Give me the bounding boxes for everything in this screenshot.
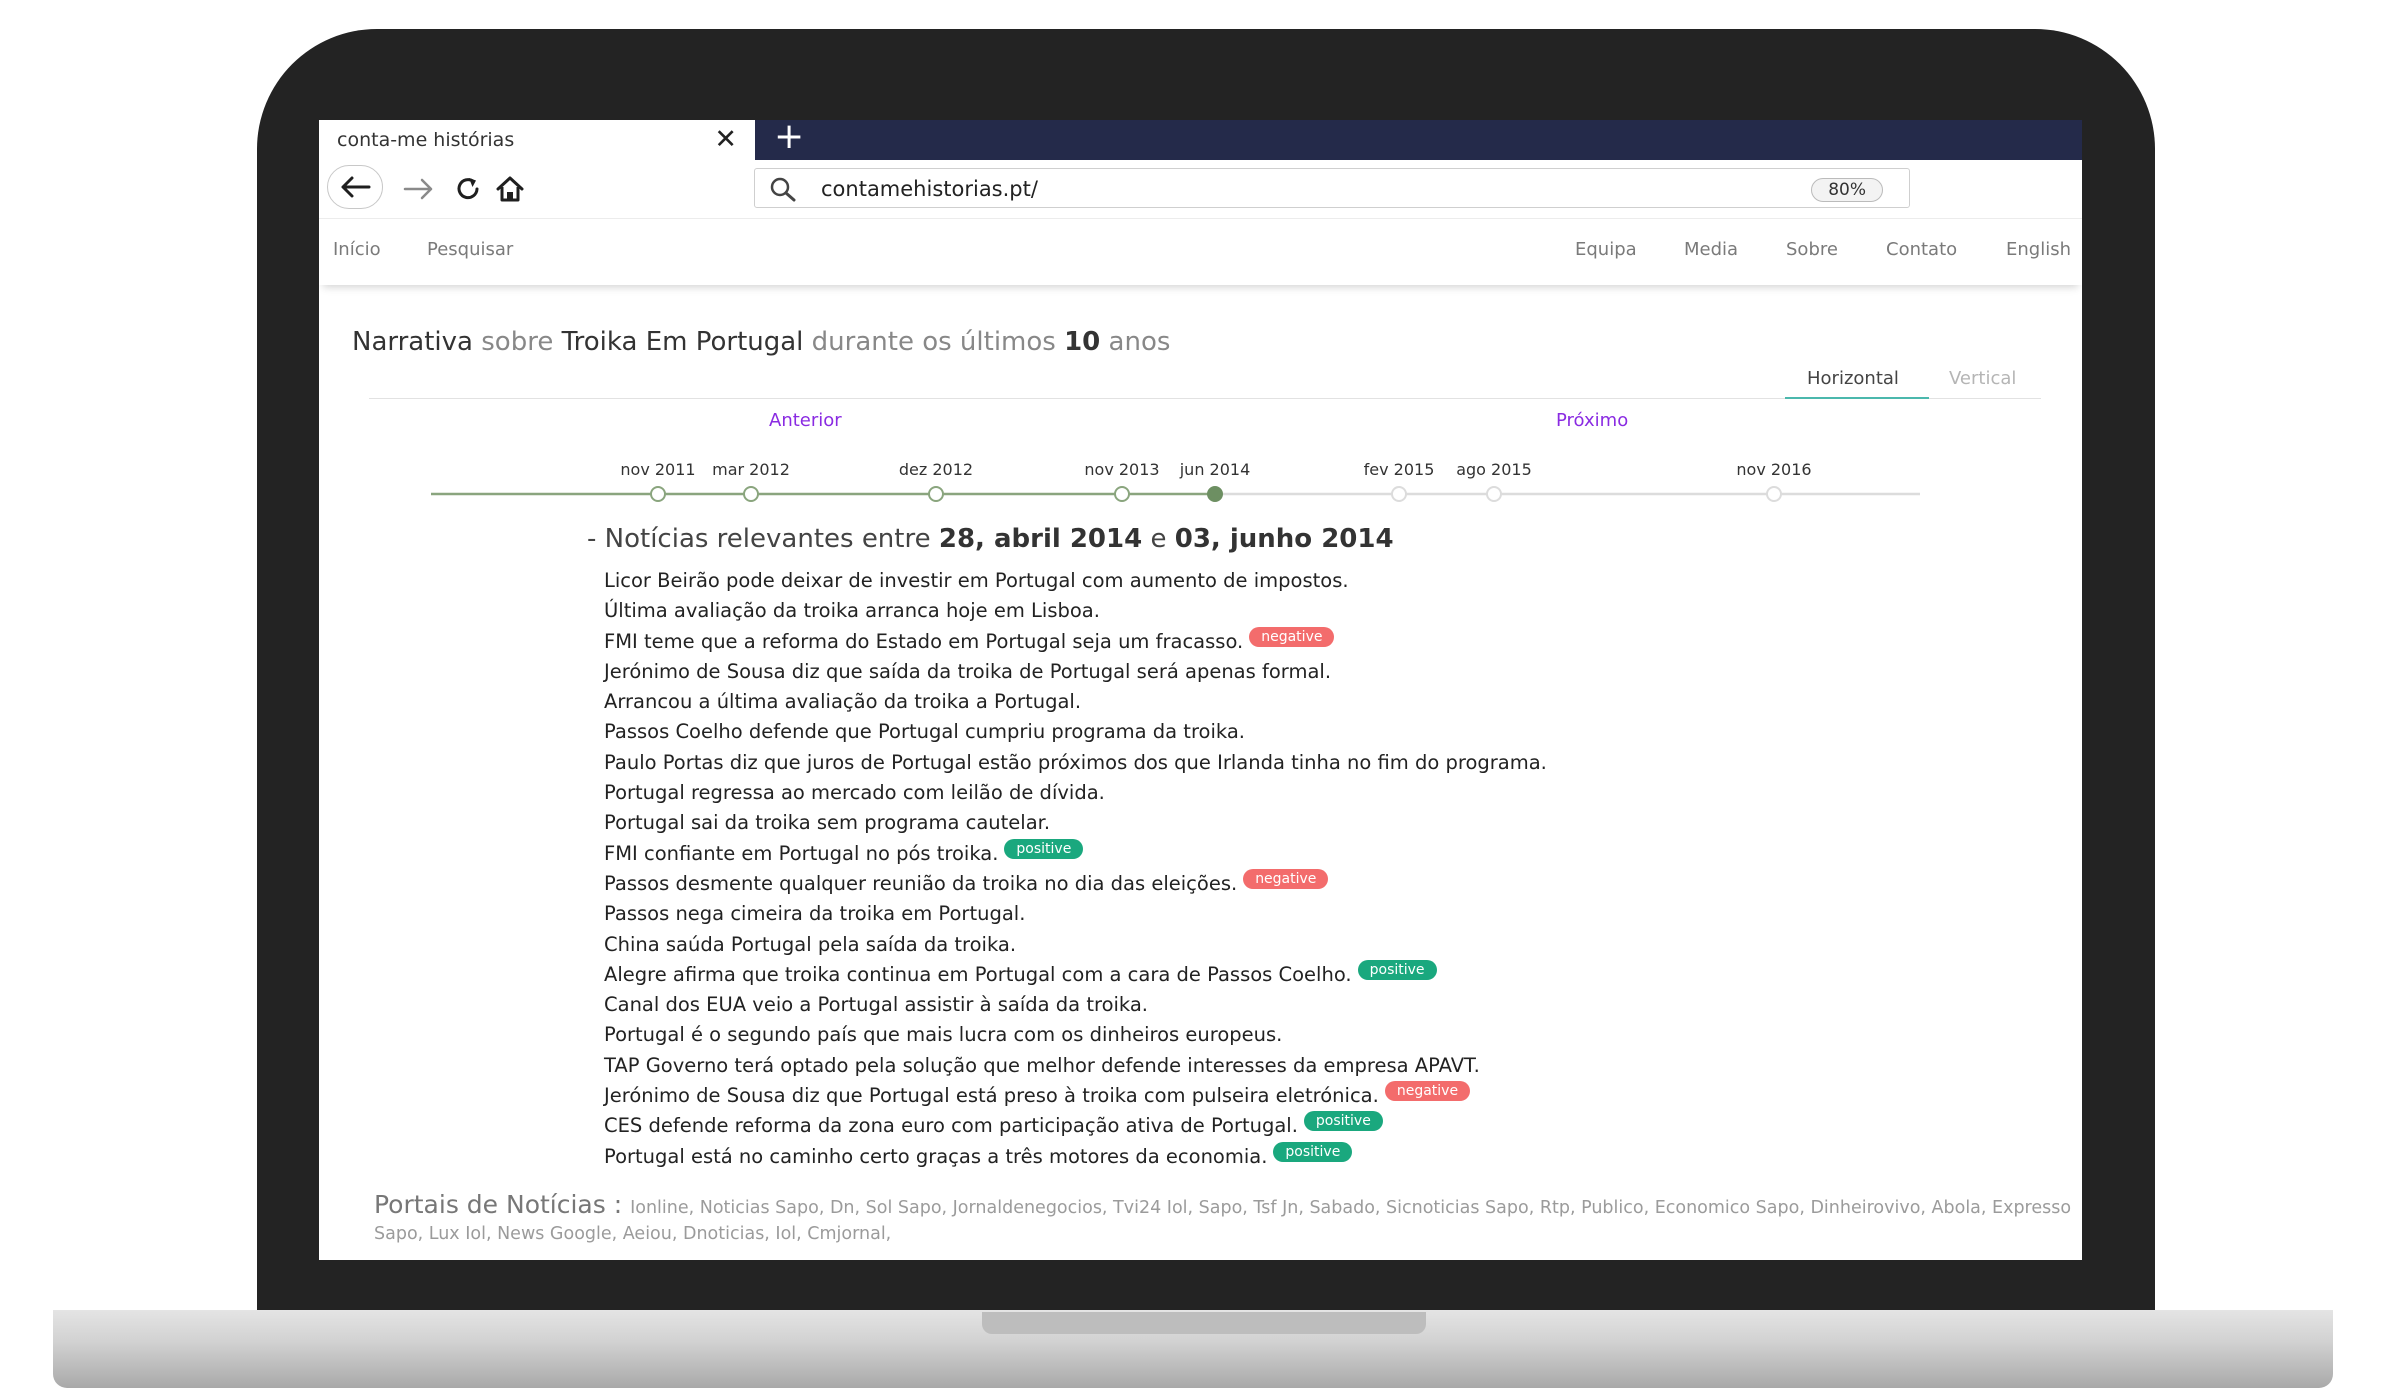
news-item[interactable]: Jerónimo de Sousa diz que saída da troik… xyxy=(604,657,1904,687)
news-headline: China saúda Portugal pela saída da troik… xyxy=(604,932,1017,956)
news-item[interactable]: Alegre afirma que troika continua em Por… xyxy=(604,959,1904,990)
timeline-date-label[interactable]: jun 2014 xyxy=(1179,460,1251,479)
news-item[interactable]: Portugal sai da troika sem programa caut… xyxy=(604,808,1904,838)
news-headline: CES defende reforma da zona euro com par… xyxy=(604,1114,1298,1138)
news-title-prefix: - Notícias relevantes entre xyxy=(587,524,939,554)
news-item[interactable]: FMI confiante em Portugal no pós troika.… xyxy=(604,838,1904,869)
positive-sentiment-badge: positive xyxy=(1004,838,1084,859)
news-headline: Arrancou a última avaliação da troika a … xyxy=(604,690,1082,714)
news-section-title: - Notícias relevantes entre 28, abril 20… xyxy=(587,524,1394,554)
news-headline: Portugal está no caminho certo graças a … xyxy=(604,1144,1268,1168)
news-headline: Última avaliação da troika arranca hoje … xyxy=(604,599,1100,623)
timeline-point[interactable] xyxy=(1766,486,1782,502)
browser-screen: conta-me histórias ✕ + contamehistorias.… xyxy=(319,120,2082,1260)
news-item[interactable]: FMI teme que a reforma do Estado em Port… xyxy=(604,626,1904,657)
news-headline: Licor Beirão pode deixar de investir em … xyxy=(604,569,1349,592)
negative-sentiment-badge: negative xyxy=(1384,1081,1471,1102)
news-headline: Jerónimo de Sousa diz que saída da troik… xyxy=(604,659,1332,683)
news-item[interactable]: Portugal é o segundo país que mais lucra… xyxy=(604,1020,1904,1050)
news-headline: Portugal regressa ao mercado com leilão … xyxy=(604,781,1105,805)
news-item[interactable]: Arrancou a última avaliação da troika a … xyxy=(604,687,1904,717)
laptop-notch xyxy=(982,1312,1426,1334)
timeline: nov 2011 mar 2012 dez 2012 nov 2013 jun 2014… xyxy=(431,460,1920,502)
news-item[interactable]: Licor Beirão pode deixar de investir em … xyxy=(604,566,1904,596)
news-item[interactable]: Passos desmente qualquer reunião da troi… xyxy=(604,868,1904,899)
news-item[interactable]: TAP Governo terá optado pela solução que… xyxy=(604,1051,1904,1081)
news-headline: Passos nega cimeira da troika em Portuga… xyxy=(604,902,1026,926)
news-headline: Passos Coelho defende que Portugal cumpr… xyxy=(604,720,1245,744)
positive-sentiment-badge: positive xyxy=(1273,1141,1353,1162)
timeline-point[interactable] xyxy=(650,486,666,502)
news-headline: FMI confiante em Portugal no pós troika. xyxy=(604,841,999,865)
timeline-date-label[interactable]: nov 2016 xyxy=(1736,460,1811,479)
news-headline: FMI teme que a reforma do Estado em Port… xyxy=(604,629,1244,653)
timeline-point[interactable] xyxy=(928,486,944,502)
negative-sentiment-badge: negative xyxy=(1243,868,1329,889)
news-headline: Canal dos EUA veio a Portugal assistir à… xyxy=(604,993,1149,1017)
news-end-date: 03, junho 2014 xyxy=(1174,524,1394,554)
news-headline: TAP Governo terá optado pela solução que… xyxy=(604,1053,1480,1077)
timeline-point[interactable] xyxy=(1486,486,1502,502)
timeline-point[interactable] xyxy=(743,486,759,502)
news-item[interactable]: Portugal regressa ao mercado com leilão … xyxy=(604,778,1904,808)
news-headline: Passos desmente qualquer reunião da troi… xyxy=(604,871,1238,895)
timeline-date-label[interactable]: nov 2011 xyxy=(620,460,695,479)
news-item[interactable]: Passos Coelho defende que Portugal cumpr… xyxy=(604,717,1904,747)
positive-sentiment-badge: positive xyxy=(1357,959,1437,980)
timeline-date-label[interactable]: ago 2015 xyxy=(1456,460,1532,479)
news-headline: Jerónimo de Sousa diz que Portugal está … xyxy=(604,1084,1379,1108)
news-portals: Portais de Notícias : Ionline, Noticias … xyxy=(374,1192,2074,1247)
positive-sentiment-badge: positive xyxy=(1303,1111,1383,1132)
news-headline: Alegre afirma que troika continua em Por… xyxy=(604,962,1352,986)
timeline-point[interactable] xyxy=(1391,486,1407,502)
news-item[interactable]: CES defende reforma da zona euro com par… xyxy=(604,1111,1904,1141)
timeline-point[interactable] xyxy=(1114,486,1130,502)
news-start-date: 28, abril 2014 xyxy=(938,524,1143,554)
negative-sentiment-badge: negative xyxy=(1249,626,1335,647)
news-item[interactable]: Jerónimo de Sousa diz que Portugal está … xyxy=(604,1081,1904,1111)
portals-label: Portais de Notícias : xyxy=(374,1190,631,1219)
timeline-point[interactable] xyxy=(1207,486,1223,502)
news-headline: Paulo Portas diz que juros de Portugal e… xyxy=(604,750,1547,774)
news-item[interactable]: Portugal está no caminho certo graças a … xyxy=(604,1141,1904,1172)
news-item[interactable]: China saúda Portugal pela saída da troik… xyxy=(604,930,1904,960)
news-item[interactable]: Última avaliação da troika arranca hoje … xyxy=(604,596,1904,626)
timeline-date-label[interactable]: dez 2012 xyxy=(899,460,973,479)
news-title-connector: e xyxy=(1142,524,1175,554)
news-headline: Portugal sai da troika sem programa caut… xyxy=(604,811,1051,835)
timeline-date-label[interactable]: nov 2013 xyxy=(1084,460,1159,479)
news-list: Licor Beirão pode deixar de investir em … xyxy=(604,566,1904,1172)
news-item[interactable]: Paulo Portas diz que juros de Portugal e… xyxy=(604,748,1904,778)
news-item[interactable]: Passos nega cimeira da troika em Portuga… xyxy=(604,899,1904,929)
news-headline: Portugal é o segundo país que mais lucra… xyxy=(604,1023,1283,1047)
timeline-date-label[interactable]: fev 2015 xyxy=(1364,460,1435,479)
news-item[interactable]: Canal dos EUA veio a Portugal assistir à… xyxy=(604,990,1904,1020)
timeline-date-label[interactable]: mar 2012 xyxy=(712,460,790,479)
